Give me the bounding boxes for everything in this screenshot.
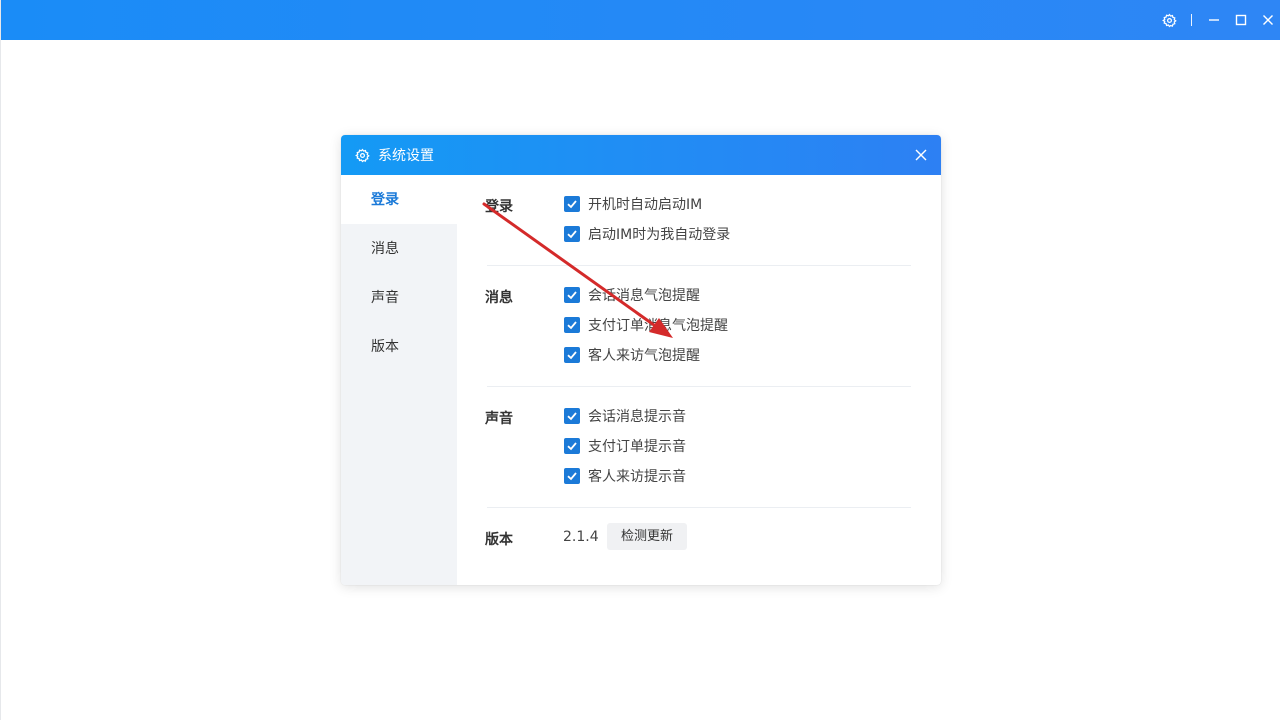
checkbox-checked[interactable] <box>564 317 580 333</box>
checkbox-checked[interactable] <box>564 196 580 212</box>
checkbox-checked[interactable] <box>564 226 580 242</box>
option-visitor-bubble[interactable]: 客人来访气泡提醒 <box>564 346 700 364</box>
option-order-sound[interactable]: 支付订单提示音 <box>564 437 686 455</box>
option-auto-start[interactable]: 开机时自动启动IM <box>564 195 702 213</box>
option-label: 启动IM时为我自动登录 <box>588 227 731 243</box>
section-divider <box>487 507 911 508</box>
version-number: 2.1.4 <box>563 529 599 545</box>
settings-sidebar: 登录 消息 声音 版本 <box>341 175 457 585</box>
section-label-sound: 声音 <box>485 411 513 427</box>
check-icon <box>567 230 577 239</box>
section-label-message: 消息 <box>485 290 513 306</box>
sidebar-item-version[interactable]: 版本 <box>341 322 457 371</box>
gear-icon <box>355 148 370 163</box>
option-label: 支付订单提示音 <box>588 439 686 455</box>
section-label-login: 登录 <box>485 199 513 215</box>
window-controls <box>1156 0 1280 40</box>
close-icon <box>915 149 927 161</box>
section-divider <box>487 386 911 387</box>
checkbox-checked[interactable] <box>564 468 580 484</box>
settings-button[interactable] <box>1156 0 1183 40</box>
option-label: 会话消息气泡提醒 <box>588 288 700 304</box>
check-icon <box>567 291 577 300</box>
settings-content: 登录 开机时自动启动IM 启动IM时为我自动登录 消息 会话消息气泡提醒 支付订… <box>457 175 941 585</box>
settings-dialog: 系统设置 登录 消息 声音 版本 登录 开机时自动启动IM 启动IM时为我自动登… <box>341 135 941 585</box>
sidebar-item-sound[interactable]: 声音 <box>341 273 457 322</box>
check-update-button[interactable]: 检测更新 <box>607 523 687 550</box>
checkbox-checked[interactable] <box>564 347 580 363</box>
minimize-icon <box>1208 19 1219 21</box>
option-chat-bubble[interactable]: 会话消息气泡提醒 <box>564 286 700 304</box>
title-bar <box>1 0 1280 40</box>
section-divider <box>487 265 911 266</box>
titlebar-separator <box>1191 14 1192 26</box>
maximize-button[interactable] <box>1227 0 1254 40</box>
checkbox-checked[interactable] <box>564 438 580 454</box>
option-label: 客人来访提示音 <box>588 469 686 485</box>
option-label: 客人来访气泡提醒 <box>588 348 700 364</box>
sidebar-item-message[interactable]: 消息 <box>341 224 457 273</box>
app-window: 系统设置 登录 消息 声音 版本 登录 开机时自动启动IM 启动IM时为我自动登… <box>0 0 1280 720</box>
check-icon <box>567 321 577 330</box>
check-icon <box>567 351 577 360</box>
section-label-version: 版本 <box>485 532 513 548</box>
option-label: 开机时自动启动IM <box>588 197 703 213</box>
option-label: 会话消息提示音 <box>588 409 686 425</box>
check-icon <box>567 442 577 451</box>
dialog-close-button[interactable] <box>913 147 929 163</box>
check-icon <box>567 200 577 209</box>
gear-icon <box>1162 13 1177 27</box>
close-icon <box>1262 15 1273 25</box>
maximize-icon <box>1235 14 1246 26</box>
sidebar-item-login[interactable]: 登录 <box>341 175 457 224</box>
minimize-button[interactable] <box>1200 0 1227 40</box>
dialog-title: 系统设置 <box>378 148 434 164</box>
check-icon <box>567 472 577 481</box>
check-icon <box>567 412 577 421</box>
dialog-header: 系统设置 <box>341 135 941 175</box>
option-chat-sound[interactable]: 会话消息提示音 <box>564 407 686 425</box>
option-auto-login[interactable]: 启动IM时为我自动登录 <box>564 225 730 243</box>
checkbox-checked[interactable] <box>564 408 580 424</box>
checkbox-checked[interactable] <box>564 287 580 303</box>
option-visitor-sound[interactable]: 客人来访提示音 <box>564 467 686 485</box>
option-order-bubble[interactable]: 支付订单消息气泡提醒 <box>564 316 728 334</box>
option-label: 支付订单消息气泡提醒 <box>588 318 728 334</box>
window-close-button[interactable] <box>1254 0 1280 40</box>
